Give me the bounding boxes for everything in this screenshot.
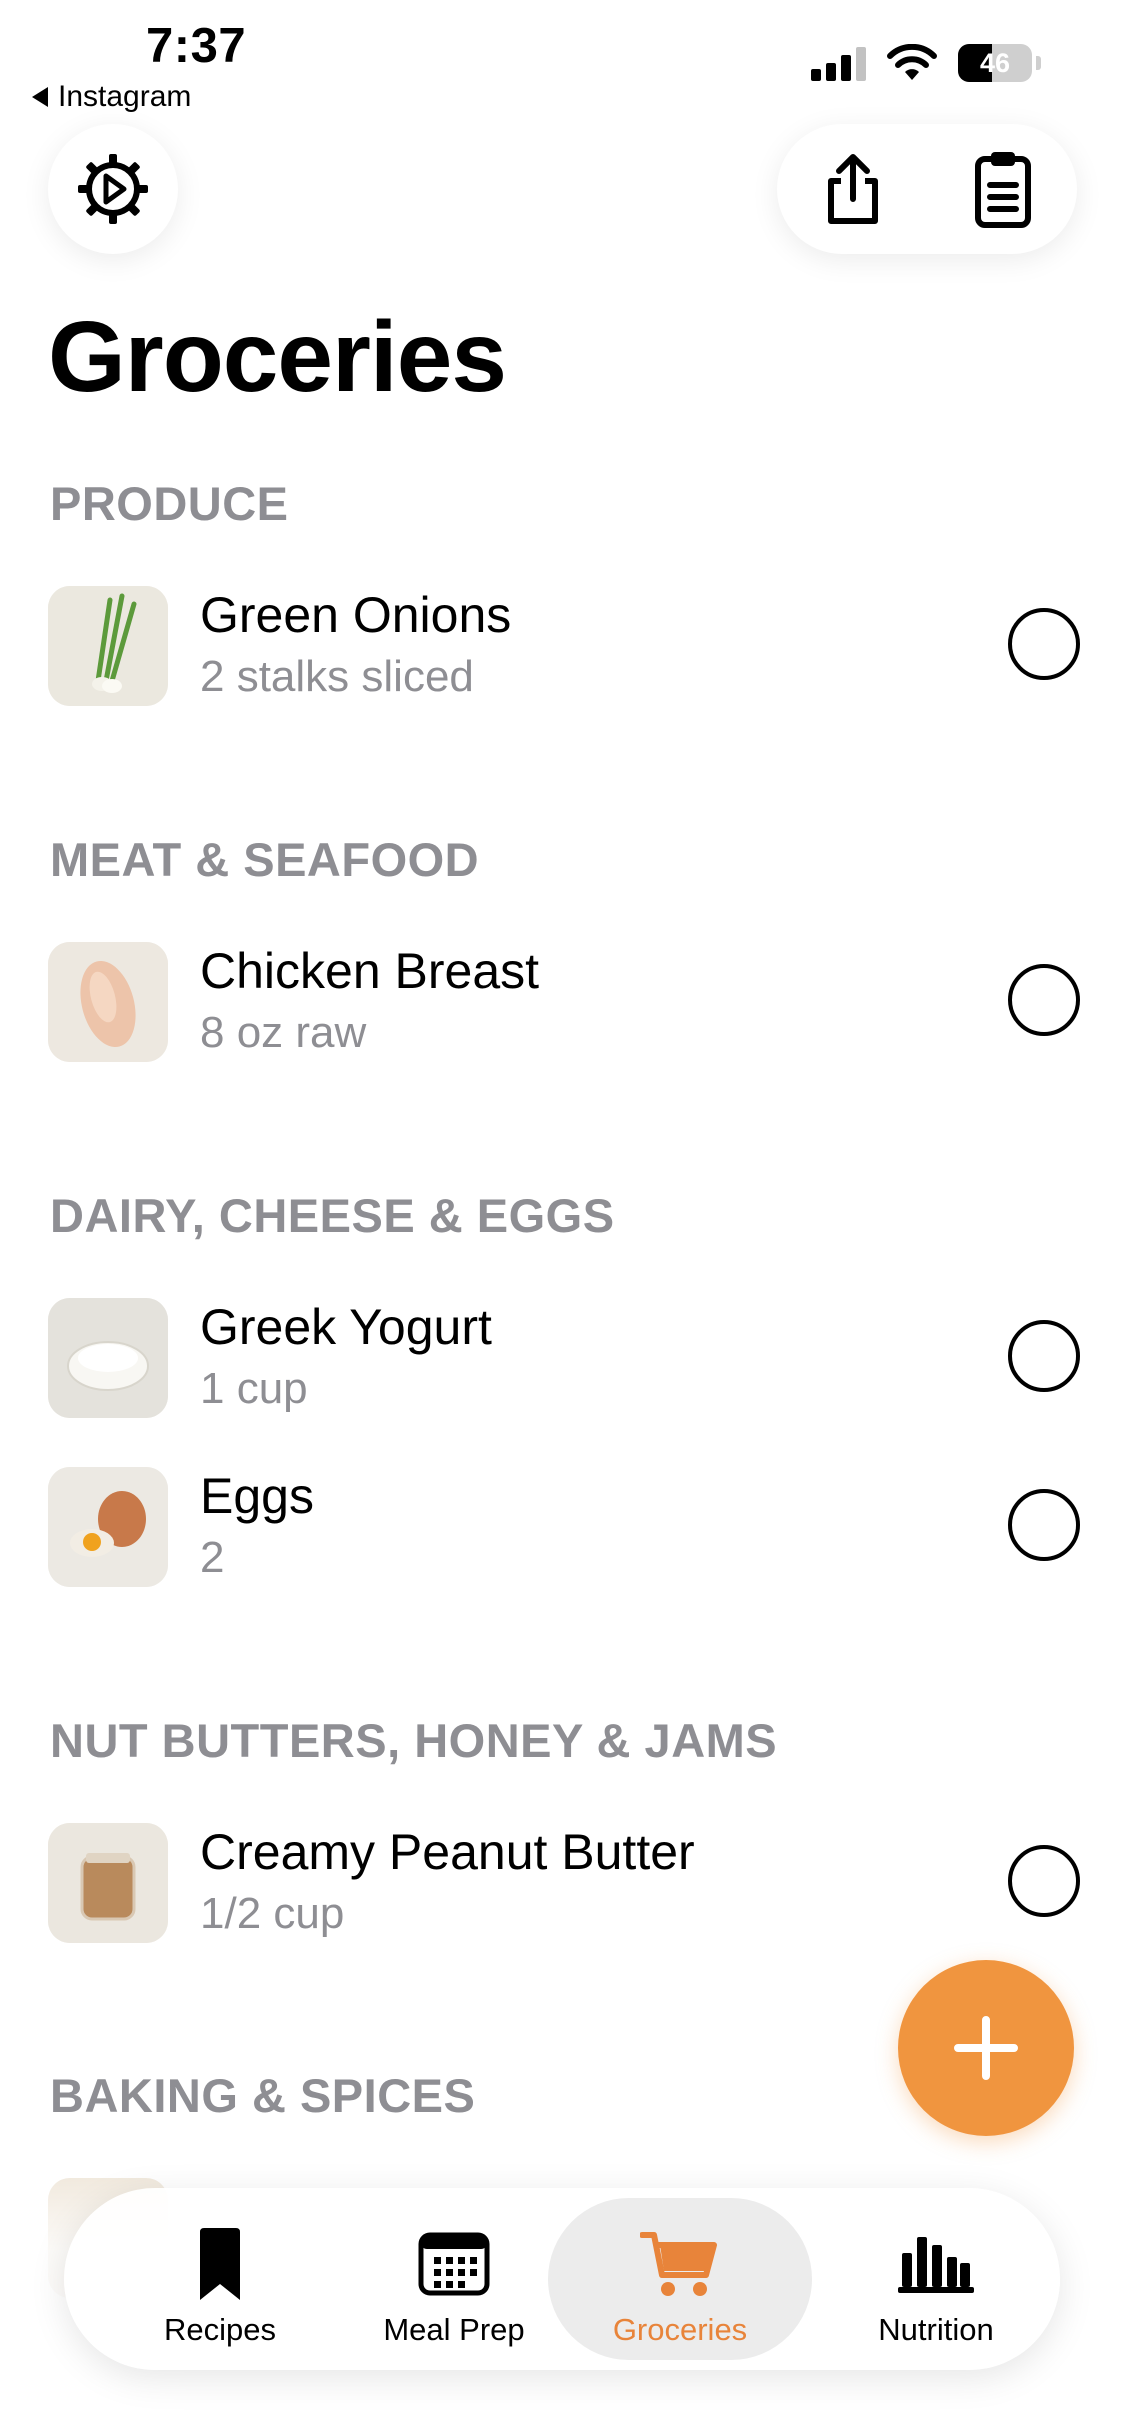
list-item[interactable]: Eggs 2	[48, 1467, 1080, 1589]
add-item-button[interactable]	[898, 1960, 1074, 2136]
battery-icon: 46	[958, 44, 1032, 82]
checkbox-circle[interactable]	[1008, 1320, 1080, 1392]
item-name: Eggs	[200, 1468, 314, 1524]
item-name: Green Onions	[200, 587, 512, 643]
item-quantity: 2	[200, 1533, 225, 1582]
item-thumbnail-chicken-breast	[48, 942, 168, 1062]
battery-nub	[1036, 56, 1041, 70]
section-header-nut-butters: NUT BUTTERS, HONEY & JAMS	[50, 1714, 778, 1767]
tab-nutrition[interactable]: Nutrition	[836, 2198, 1036, 2360]
calendar-icon	[418, 2232, 490, 2296]
bar-chart-icon	[898, 2237, 974, 2293]
list-item[interactable]: Green Onions 2 stalks sliced	[48, 586, 1080, 708]
tab-meal-prep[interactable]: Meal Prep	[354, 2198, 554, 2360]
checkbox-circle[interactable]	[1008, 964, 1080, 1036]
battery-level: 46	[979, 48, 1011, 78]
item-quantity: 1/2 cup	[200, 1889, 345, 1938]
checkbox-circle[interactable]	[1008, 608, 1080, 680]
cellular-signal-icon	[811, 45, 866, 81]
section-header-baking-spices: BAKING & SPICES	[50, 2069, 476, 2122]
status-indicators: 46	[811, 44, 1041, 82]
item-thumbnail-eggs	[48, 1467, 168, 1587]
list-item[interactable]: Creamy Peanut Butter 1/2 cup	[48, 1823, 1080, 1945]
share-icon[interactable]	[821, 153, 885, 225]
settings-icon	[78, 154, 148, 224]
top-actions-pill	[777, 124, 1077, 254]
tab-groceries[interactable]: Groceries	[548, 2198, 812, 2360]
item-name: Chicken Breast	[200, 943, 540, 999]
tab-recipes[interactable]: Recipes	[120, 2198, 320, 2360]
tab-label: Groceries	[612, 2312, 748, 2347]
plus-icon	[954, 2016, 1018, 2080]
tab-label: Nutrition	[878, 2312, 994, 2347]
cart-icon	[640, 2232, 717, 2296]
settings-button[interactable]	[48, 124, 178, 254]
item-thumbnail-peanut-butter	[48, 1823, 168, 1943]
back-to-app-link[interactable]: Instagram	[32, 80, 191, 114]
item-thumbnail-green-onions	[48, 586, 168, 706]
section-header-dairy-cheese-eggs: DAIRY, CHEESE & EGGS	[50, 1189, 615, 1242]
list-item[interactable]: Greek Yogurt 1 cup	[48, 1298, 1080, 1420]
section-header-produce: PRODUCE	[50, 477, 289, 530]
clipboard-icon[interactable]	[973, 149, 1033, 229]
checkbox-circle[interactable]	[1008, 1489, 1080, 1561]
item-quantity: 1 cup	[200, 1364, 308, 1413]
tab-label: Meal Prep	[383, 2312, 525, 2347]
item-quantity: 8 oz raw	[200, 1008, 367, 1057]
item-name: Greek Yogurt	[200, 1299, 492, 1355]
tab-label: Recipes	[164, 2312, 276, 2347]
item-quantity: 2 stalks sliced	[200, 652, 474, 701]
item-thumbnail-greek-yogurt	[48, 1298, 168, 1418]
wifi-icon	[887, 44, 937, 80]
bookmark-icon	[200, 2228, 240, 2300]
tab-bar: Recipes Meal Prep Groceries Nutrition	[64, 2188, 1060, 2370]
section-header-meat-seafood: MEAT & SEAFOOD	[50, 833, 480, 886]
checkbox-circle[interactable]	[1008, 1845, 1080, 1917]
list-item[interactable]: Chicken Breast 8 oz raw	[48, 942, 1080, 1064]
item-name: Creamy Peanut Butter	[200, 1824, 695, 1880]
status-time: 7:37	[146, 19, 247, 73]
page-title: Groceries	[48, 301, 507, 413]
back-app-label: Instagram	[58, 80, 192, 113]
back-triangle-icon	[32, 87, 48, 107]
